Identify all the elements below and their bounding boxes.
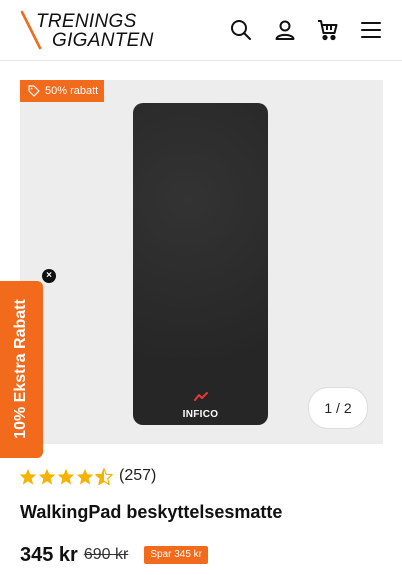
star-icon	[38, 468, 56, 485]
account-icon[interactable]	[273, 18, 297, 42]
site-header: TRENINGS GIGANTEN	[0, 0, 402, 61]
discount-badge: 50% rabatt	[20, 80, 105, 102]
price-row: 345 kr 690 kr Spar 345 kr	[20, 542, 209, 568]
extra-discount-tab[interactable]: 10% Ekstra Rabatt	[0, 281, 43, 458]
close-icon[interactable]: ×	[42, 269, 56, 283]
mat-brand-logo: INFICO	[133, 392, 268, 422]
cart-icon[interactable]	[316, 18, 340, 42]
brand-logo[interactable]: TRENINGS GIGANTEN	[18, 10, 168, 52]
mat-logo-text: INFICO	[182, 409, 219, 420]
search-icon[interactable]	[229, 18, 253, 42]
menu-icon[interactable]	[359, 18, 383, 42]
current-price: 345 kr	[20, 543, 78, 566]
image-pager[interactable]: 1 / 2	[308, 387, 368, 429]
star-icon	[19, 468, 37, 485]
product-image-mat[interactable]: INFICO	[133, 103, 268, 425]
savings-badge: Spar 345 kr	[144, 546, 209, 564]
tag-icon	[28, 85, 40, 97]
star-icon	[57, 468, 75, 485]
product-rating[interactable]: (257)	[19, 466, 156, 486]
discount-badge-label: 50% rabatt	[45, 85, 99, 97]
star-icon	[76, 468, 94, 485]
star-half-icon	[95, 467, 113, 485]
logo-text-line1: TRENINGS	[36, 11, 137, 32]
product-gallery[interactable]: 50% rabatt INFICO 1 / 2	[20, 80, 383, 444]
rating-count[interactable]: (257)	[119, 467, 156, 485]
infico-mark-icon	[193, 392, 208, 401]
logo-text-line2: GIGANTEN	[52, 30, 154, 51]
product-title: WalkingPad beskyttelsesmatte	[20, 502, 283, 522]
extra-discount-label: 10% Ekstra Rabatt	[12, 299, 29, 439]
rating-stars	[19, 467, 113, 485]
old-price: 690 kr	[83, 546, 129, 563]
